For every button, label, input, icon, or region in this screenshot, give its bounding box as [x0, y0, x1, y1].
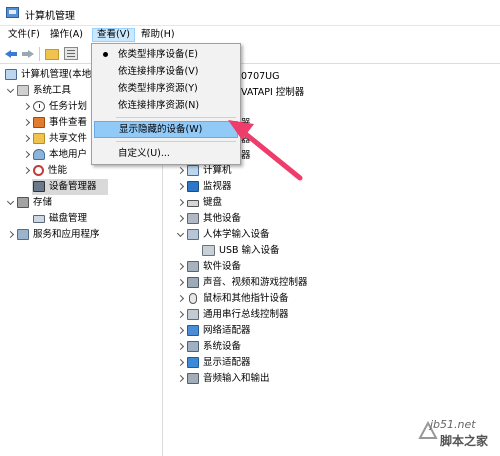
annotation-arrow-icon — [228, 120, 303, 181]
watermark-brand: 脚本之家 — [440, 434, 489, 448]
watermark-url: jb51.net — [430, 418, 476, 431]
